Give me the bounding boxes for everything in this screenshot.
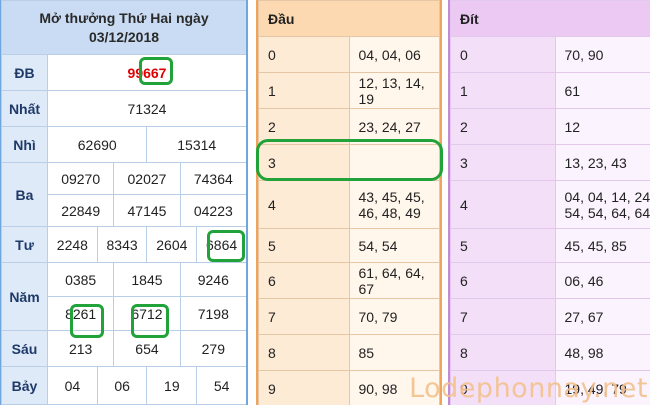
prize-tu-value: 2604 <box>146 226 198 263</box>
prize-nhi-label: Nhì <box>1 126 48 163</box>
prize-sau-label: Sáu <box>1 330 48 367</box>
duoi-header: Đít <box>450 0 650 37</box>
duoi-key: 8 <box>450 334 556 371</box>
dau-values: 70, 79 <box>348 298 440 335</box>
duoi-values: 70, 90 <box>554 36 650 73</box>
prize-nhi-value: 62690 <box>46 126 148 163</box>
prize-ba-value: 09270 <box>46 162 115 195</box>
dau-header: Đầu <box>258 0 440 37</box>
prize-nhat-label: Nhất <box>1 90 48 127</box>
duoi-key: 6 <box>450 262 556 299</box>
duoi-table: Đít 0 70, 90 1 61 2 12 3 13, 23, 43 4 04, 04,… <box>448 0 650 405</box>
prize-bay-value: 54 <box>196 366 246 405</box>
highlight-db-667 <box>139 57 173 85</box>
results-date: 03/12/2018 <box>88 28 160 45</box>
duoi-values: 04, 04, 14, 24, 54, 54, 64, 64 <box>554 180 650 229</box>
highlight-tu-864 <box>207 230 245 262</box>
duoi-values: 45, 45, 85 <box>554 228 650 263</box>
prize-tu-value: 2248 <box>47 226 98 263</box>
dau-key: 1 <box>258 72 350 109</box>
prize-nam-value: 0385 <box>46 262 115 297</box>
duoi-key: 7 <box>450 298 556 335</box>
prize-ba-value: 02027 <box>113 162 181 195</box>
dau-values: 61, 64, 64, 67 <box>348 262 440 299</box>
prize-ba-label: Ba <box>1 162 48 227</box>
highlight-nam-712 <box>131 304 169 338</box>
prize-tu-value: 8343 <box>96 226 148 263</box>
prize-bay-label: Bảy <box>1 366 48 405</box>
prize-ba-value: 47145 <box>113 194 181 227</box>
duoi-key: 2 <box>450 108 556 145</box>
dau-key: 7 <box>258 298 350 335</box>
dau-key: 0 <box>258 36 350 73</box>
dau-key: 8 <box>258 334 350 371</box>
prize-nam-value: 9246 <box>179 262 246 297</box>
dau-key: 4 <box>258 180 350 229</box>
prize-sau-value: 279 <box>179 330 246 367</box>
prize-bay-value: 04 <box>47 366 98 405</box>
duoi-key: 3 <box>450 144 556 181</box>
duoi-values: 61 <box>554 72 650 109</box>
duoi-values: 48, 98 <box>554 334 650 371</box>
dau-values: 43, 45, 45, 46, 48, 49 <box>348 180 440 229</box>
dau-key: 5 <box>258 228 350 263</box>
prize-ba-value: 74364 <box>179 162 246 195</box>
highlight-nam-261 <box>70 304 104 338</box>
highlight-dau-3 <box>256 139 443 181</box>
prize-nhi-value: 15314 <box>146 126 246 163</box>
results-table: Mở thưởng Thứ Hai ngày 03/12/2018 ĐB 996… <box>0 0 248 405</box>
duoi-key: 1 <box>450 72 556 109</box>
dau-key: 6 <box>258 262 350 299</box>
prize-nhat-value: 71324 <box>47 90 246 127</box>
prize-ba-value: 22849 <box>46 194 115 227</box>
prize-nam-label: Năm <box>1 262 48 331</box>
prize-nam-value: 1845 <box>113 262 181 297</box>
prize-ba-value: 04223 <box>179 194 246 227</box>
duoi-key: 5 <box>450 228 556 263</box>
prize-nam-value: 7198 <box>179 296 246 331</box>
prize-db-label: ĐB <box>1 54 48 91</box>
watermark-text: Lodephonnay.net <box>409 373 648 404</box>
duoi-values: 13, 23, 43 <box>554 144 650 181</box>
prize-bay-value: 06 <box>96 366 148 405</box>
dau-table: Đầu 0 04, 04, 06 1 12, 13, 14, 19 2 23, 24,… <box>256 0 442 405</box>
results-title-line1: Mở thưởng Thứ Hai ngày <box>39 9 209 26</box>
prize-tu-label: Tư <box>1 226 48 263</box>
duoi-key: 4 <box>450 180 556 229</box>
duoi-values: 27, 67 <box>554 298 650 335</box>
dau-values: 04, 04, 06 <box>348 36 440 73</box>
dau-values: 85 <box>348 334 440 371</box>
duoi-values: 12 <box>554 108 650 145</box>
prize-bay-value: 19 <box>146 366 198 405</box>
dau-values: 12, 13, 14, 19 <box>348 72 440 109</box>
duoi-values: 06, 46 <box>554 262 650 299</box>
dau-values: 54, 54 <box>348 228 440 263</box>
dau-key: 9 <box>258 370 350 405</box>
duoi-key: 0 <box>450 36 556 73</box>
results-title: Mở thưởng Thứ Hai ngày 03/12/2018 <box>1 0 246 55</box>
